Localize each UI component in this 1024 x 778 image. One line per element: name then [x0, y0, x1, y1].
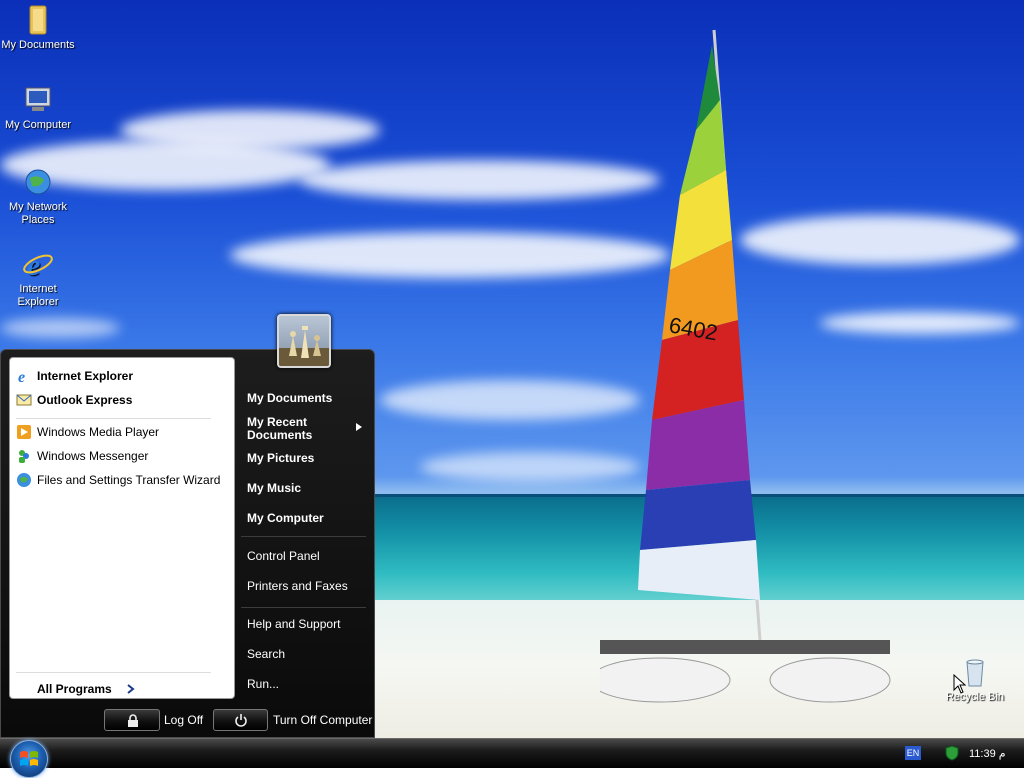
- item-help-and-support[interactable]: Help and Support: [247, 618, 340, 631]
- recent-item-transfer-wizard[interactable]: Files and Settings Transfer Wizard: [16, 470, 220, 490]
- submenu-arrow-icon: [356, 423, 362, 431]
- power-icon: [235, 714, 247, 727]
- desktop-icon-my-computer[interactable]: My Computer: [0, 84, 76, 132]
- recent-item-label: Files and Settings Transfer Wizard: [37, 473, 221, 487]
- lock-icon: [128, 714, 138, 727]
- recent-item-messenger[interactable]: Windows Messenger: [16, 446, 148, 466]
- desktop-icon-label: My Network Places: [8, 201, 68, 226]
- language-indicator[interactable]: EN: [905, 746, 921, 760]
- outlook-express-icon: [16, 392, 32, 408]
- recent-item-label: Windows Media Player: [37, 425, 160, 439]
- svg-text:e: e: [18, 369, 25, 384]
- language-label: EN: [906, 748, 920, 758]
- desktop-icon-network-places[interactable]: My Network Places: [0, 166, 76, 227]
- messenger-icon: [16, 448, 32, 464]
- turn-off-button[interactable]: [213, 709, 268, 731]
- network-globe-icon: [22, 166, 54, 198]
- pinned-item-internet-explorer[interactable]: e Internet Explorer: [16, 366, 133, 386]
- clock[interactable]: 11:39 م: [969, 747, 1006, 760]
- pinned-item-outlook-express[interactable]: Outlook Express: [16, 390, 132, 410]
- item-search[interactable]: Search: [247, 648, 285, 661]
- user-avatar[interactable]: [277, 314, 331, 368]
- start-menu-programs-pane: e Internet Explorer Outlook Express Wind…: [9, 357, 235, 699]
- chess-pieces-icon: [279, 326, 329, 366]
- internet-explorer-icon: e: [22, 248, 54, 282]
- desktop-icon-recycle-bin[interactable]: Recycle Bin: [937, 656, 1013, 704]
- sailboat-illustration: 6402: [600, 29, 891, 703]
- svg-text:e: e: [27, 249, 40, 280]
- pinned-separator: [16, 418, 211, 419]
- start-button[interactable]: [10, 740, 48, 778]
- desktop-icon-label: Internet Explorer: [17, 283, 59, 308]
- security-shield-icon[interactable]: [944, 745, 960, 761]
- desktop-icon-label: My Documents: [1, 39, 75, 51]
- start-menu: e Internet Explorer Outlook Express Wind…: [0, 349, 375, 738]
- system-separator: [241, 607, 366, 608]
- taskbar: EN 11:39 م: [0, 738, 1024, 768]
- item-control-panel[interactable]: Control Panel: [247, 550, 320, 563]
- all-programs-label: All Programs: [37, 682, 112, 696]
- all-programs-button[interactable]: All Programs: [37, 682, 136, 696]
- chevron-right-icon: [127, 684, 135, 694]
- item-printers-and-faxes[interactable]: Printers and Faxes: [247, 580, 348, 593]
- place-my-computer[interactable]: My Computer: [247, 512, 324, 525]
- place-my-documents[interactable]: My Documents: [247, 392, 332, 405]
- desktop-icon-internet-explorer[interactable]: e Internet Explorer: [0, 248, 76, 309]
- transfer-wizard-icon: [16, 472, 32, 488]
- start-menu-power-bar: Log Off Turn Off Computer: [1, 703, 374, 737]
- mouse-cursor-icon: [953, 674, 967, 694]
- pinned-item-label: Outlook Express: [37, 393, 133, 407]
- folder-icon: [22, 4, 54, 36]
- desktop-icon-my-documents[interactable]: My Documents: [0, 4, 76, 52]
- log-off-button[interactable]: [104, 709, 160, 731]
- item-run[interactable]: Run...: [247, 678, 279, 691]
- recent-item-label: Windows Messenger: [37, 449, 149, 463]
- place-my-music[interactable]: My Music: [247, 482, 301, 495]
- windows-logo-icon: [20, 751, 38, 766]
- desktop-icon-label: My Computer: [4, 119, 72, 131]
- turn-off-label[interactable]: Turn Off Computer: [273, 713, 372, 727]
- log-off-label[interactable]: Log Off: [164, 713, 203, 727]
- internet-explorer-icon: e: [16, 368, 32, 386]
- pinned-item-label: Internet Explorer: [37, 369, 134, 383]
- computer-icon: [22, 84, 54, 116]
- all-programs-separator: [16, 672, 211, 673]
- media-player-icon: [16, 424, 32, 440]
- places-separator: [241, 536, 366, 537]
- place-my-pictures[interactable]: My Pictures: [247, 452, 314, 465]
- place-my-recent-documents[interactable]: My Recent Documents: [247, 416, 357, 442]
- recent-item-media-player[interactable]: Windows Media Player: [16, 422, 159, 442]
- start-menu-places-pane: My Documents My Recent Documents My Pict…: [238, 350, 374, 738]
